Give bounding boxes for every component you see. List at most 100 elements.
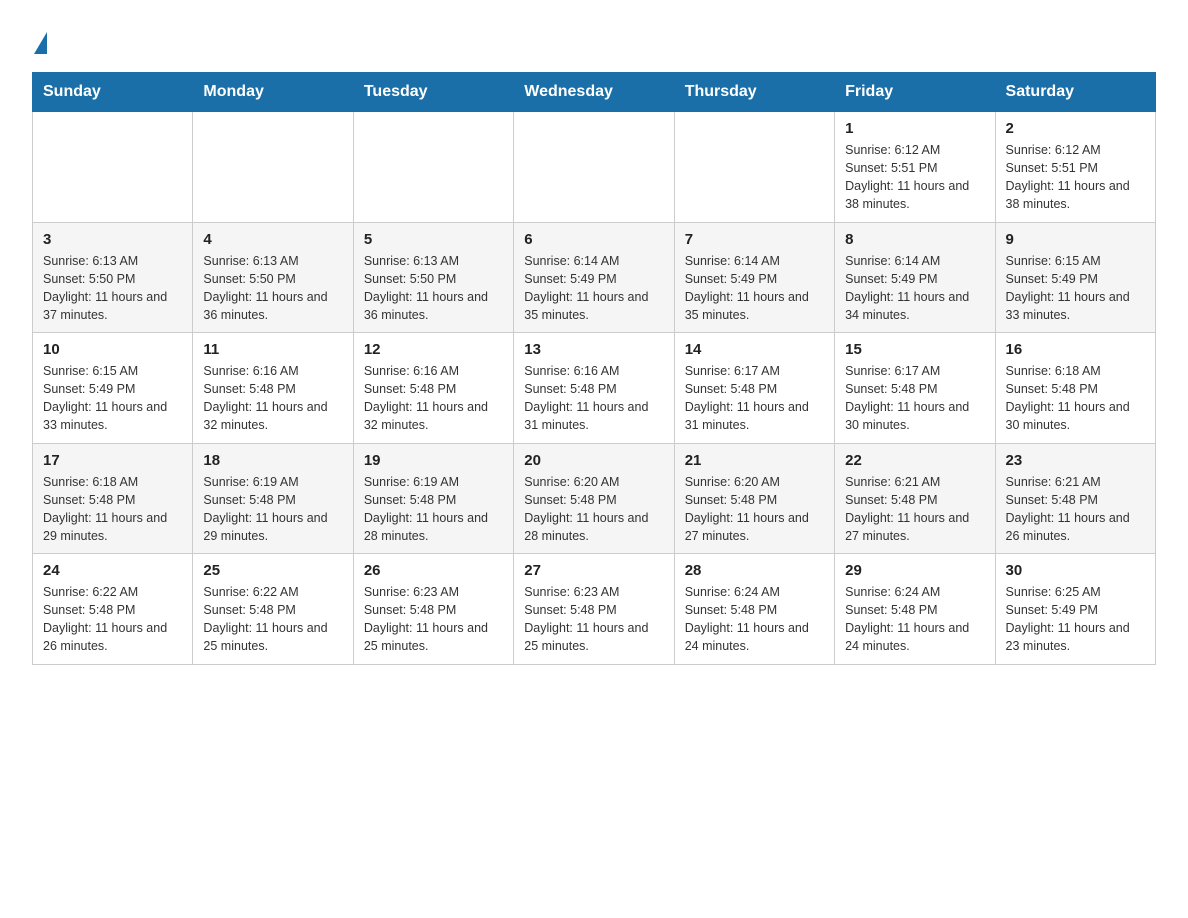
day-info: Sunrise: 6:12 AM Sunset: 5:51 PM Dayligh… bbox=[1006, 141, 1145, 214]
calendar-cell: 11 Sunrise: 6:16 AM Sunset: 5:48 PM Dayli… bbox=[193, 333, 353, 444]
calendar-cell bbox=[33, 112, 193, 223]
calendar-cell: 27 Sunrise: 6:23 AM Sunset: 5:48 PM Dayli… bbox=[514, 554, 674, 665]
day-number: 28 bbox=[685, 562, 824, 579]
calendar-cell bbox=[193, 112, 353, 223]
day-info: Sunrise: 6:24 AM Sunset: 5:48 PM Dayligh… bbox=[685, 583, 824, 656]
calendar-cell: 20 Sunrise: 6:20 AM Sunset: 5:48 PM Dayli… bbox=[514, 443, 674, 554]
calendar-cell: 17Sunrise: 6:18 AM Sunset: 5:48 PM Dayli… bbox=[33, 443, 193, 554]
day-number: 18 bbox=[203, 452, 342, 469]
day-number: 20 bbox=[524, 452, 663, 469]
weekday-header-friday: Friday bbox=[835, 73, 995, 112]
calendar-week-row: 1 Sunrise: 6:12 AM Sunset: 5:51 PM Daylig… bbox=[33, 112, 1156, 223]
day-info: Sunrise: 6:12 AM Sunset: 5:51 PM Dayligh… bbox=[845, 141, 984, 214]
day-number: 8 bbox=[845, 231, 984, 248]
day-number: 19 bbox=[364, 452, 503, 469]
day-info: Sunrise: 6:14 AM Sunset: 5:49 PM Dayligh… bbox=[845, 252, 984, 325]
calendar-cell: 21 Sunrise: 6:20 AM Sunset: 5:48 PM Dayli… bbox=[674, 443, 834, 554]
day-info: Sunrise: 6:23 AM Sunset: 5:48 PM Dayligh… bbox=[524, 583, 663, 656]
day-number: 30 bbox=[1006, 562, 1145, 579]
day-number: 27 bbox=[524, 562, 663, 579]
calendar-cell: 7Sunrise: 6:14 AM Sunset: 5:49 PM Daylig… bbox=[674, 222, 834, 333]
day-number: 23 bbox=[1006, 452, 1145, 469]
day-info: Sunrise: 6:20 AM Sunset: 5:48 PM Dayligh… bbox=[524, 473, 663, 546]
calendar-cell: 24 Sunrise: 6:22 AM Sunset: 5:48 PM Dayli… bbox=[33, 554, 193, 665]
day-info: Sunrise: 6:15 AM Sunset: 5:49 PM Dayligh… bbox=[1006, 252, 1145, 325]
calendar-cell: 25 Sunrise: 6:22 AM Sunset: 5:48 PM Dayli… bbox=[193, 554, 353, 665]
day-number: 1 bbox=[845, 120, 984, 137]
day-info: Sunrise: 6:21 AM Sunset: 5:48 PM Dayligh… bbox=[1006, 473, 1145, 546]
calendar-cell: 9 Sunrise: 6:15 AM Sunset: 5:49 PM Daylig… bbox=[995, 222, 1155, 333]
calendar-cell bbox=[514, 112, 674, 223]
day-number: 10 bbox=[43, 341, 182, 358]
calendar-cell: 18 Sunrise: 6:19 AM Sunset: 5:48 PM Dayli… bbox=[193, 443, 353, 554]
day-number: 4 bbox=[203, 231, 342, 248]
day-info: Sunrise: 6:23 AM Sunset: 5:48 PM Dayligh… bbox=[364, 583, 503, 656]
day-info: Sunrise: 6:17 AM Sunset: 5:48 PM Dayligh… bbox=[685, 362, 824, 435]
day-info: Sunrise: 6:19 AM Sunset: 5:48 PM Dayligh… bbox=[203, 473, 342, 546]
calendar-week-row: 3 Sunrise: 6:13 AM Sunset: 5:50 PM Daylig… bbox=[33, 222, 1156, 333]
day-info: Sunrise: 6:16 AM Sunset: 5:48 PM Dayligh… bbox=[524, 362, 663, 435]
day-number: 16 bbox=[1006, 341, 1145, 358]
day-info: Sunrise: 6:14 AM Sunset: 5:49 PM Dayligh… bbox=[685, 252, 824, 325]
day-number: 14 bbox=[685, 341, 824, 358]
day-number: 24 bbox=[43, 562, 182, 579]
weekday-header-thursday: Thursday bbox=[674, 73, 834, 112]
calendar-cell: 30 Sunrise: 6:25 AM Sunset: 5:49 PM Dayli… bbox=[995, 554, 1155, 665]
day-number: 9 bbox=[1006, 231, 1145, 248]
day-info: Sunrise: 6:22 AM Sunset: 5:48 PM Dayligh… bbox=[43, 583, 182, 656]
day-number: 15 bbox=[845, 341, 984, 358]
day-info: Sunrise: 6:16 AM Sunset: 5:48 PM Dayligh… bbox=[203, 362, 342, 435]
day-info: Sunrise: 6:24 AM Sunset: 5:48 PM Dayligh… bbox=[845, 583, 984, 656]
calendar-cell: 6 Sunrise: 6:14 AM Sunset: 5:49 PM Daylig… bbox=[514, 222, 674, 333]
day-info: Sunrise: 6:25 AM Sunset: 5:49 PM Dayligh… bbox=[1006, 583, 1145, 656]
day-number: 26 bbox=[364, 562, 503, 579]
weekday-header-wednesday: Wednesday bbox=[514, 73, 674, 112]
logo bbox=[32, 32, 47, 54]
day-number: 25 bbox=[203, 562, 342, 579]
calendar-week-row: 10Sunrise: 6:15 AM Sunset: 5:49 PM Dayli… bbox=[33, 333, 1156, 444]
calendar-cell: 22Sunrise: 6:21 AM Sunset: 5:48 PM Dayli… bbox=[835, 443, 995, 554]
day-number: 2 bbox=[1006, 120, 1145, 137]
day-number: 13 bbox=[524, 341, 663, 358]
calendar-cell: 16 Sunrise: 6:18 AM Sunset: 5:48 PM Dayli… bbox=[995, 333, 1155, 444]
day-number: 6 bbox=[524, 231, 663, 248]
day-info: Sunrise: 6:19 AM Sunset: 5:48 PM Dayligh… bbox=[364, 473, 503, 546]
day-number: 21 bbox=[685, 452, 824, 469]
day-number: 12 bbox=[364, 341, 503, 358]
calendar-cell: 13 Sunrise: 6:16 AM Sunset: 5:48 PM Dayli… bbox=[514, 333, 674, 444]
calendar-cell: 14 Sunrise: 6:17 AM Sunset: 5:48 PM Dayli… bbox=[674, 333, 834, 444]
day-number: 3 bbox=[43, 231, 182, 248]
calendar-cell: 23 Sunrise: 6:21 AM Sunset: 5:48 PM Dayli… bbox=[995, 443, 1155, 554]
day-number: 11 bbox=[203, 341, 342, 358]
calendar-week-row: 17Sunrise: 6:18 AM Sunset: 5:48 PM Dayli… bbox=[33, 443, 1156, 554]
calendar-cell bbox=[674, 112, 834, 223]
day-info: Sunrise: 6:20 AM Sunset: 5:48 PM Dayligh… bbox=[685, 473, 824, 546]
calendar-cell: 3 Sunrise: 6:13 AM Sunset: 5:50 PM Daylig… bbox=[33, 222, 193, 333]
day-number: 5 bbox=[364, 231, 503, 248]
calendar-cell: 26 Sunrise: 6:23 AM Sunset: 5:48 PM Dayli… bbox=[353, 554, 513, 665]
calendar-cell bbox=[353, 112, 513, 223]
day-info: Sunrise: 6:16 AM Sunset: 5:48 PM Dayligh… bbox=[364, 362, 503, 435]
weekday-header-saturday: Saturday bbox=[995, 73, 1155, 112]
weekday-header-monday: Monday bbox=[193, 73, 353, 112]
calendar-cell: 12 Sunrise: 6:16 AM Sunset: 5:48 PM Dayli… bbox=[353, 333, 513, 444]
calendar-cell: 28 Sunrise: 6:24 AM Sunset: 5:48 PM Dayli… bbox=[674, 554, 834, 665]
logo-triangle-icon bbox=[34, 32, 47, 54]
day-info: Sunrise: 6:13 AM Sunset: 5:50 PM Dayligh… bbox=[203, 252, 342, 325]
calendar-week-row: 24 Sunrise: 6:22 AM Sunset: 5:48 PM Dayli… bbox=[33, 554, 1156, 665]
calendar-cell: 15 Sunrise: 6:17 AM Sunset: 5:48 PM Dayli… bbox=[835, 333, 995, 444]
day-info: Sunrise: 6:14 AM Sunset: 5:49 PM Dayligh… bbox=[524, 252, 663, 325]
weekday-header-tuesday: Tuesday bbox=[353, 73, 513, 112]
calendar-cell: 4 Sunrise: 6:13 AM Sunset: 5:50 PM Daylig… bbox=[193, 222, 353, 333]
day-number: 29 bbox=[845, 562, 984, 579]
calendar-cell: 1 Sunrise: 6:12 AM Sunset: 5:51 PM Daylig… bbox=[835, 112, 995, 223]
calendar-cell: 5Sunrise: 6:13 AM Sunset: 5:50 PM Daylig… bbox=[353, 222, 513, 333]
day-info: Sunrise: 6:13 AM Sunset: 5:50 PM Dayligh… bbox=[43, 252, 182, 325]
header bbox=[32, 24, 1156, 54]
calendar-cell: 10Sunrise: 6:15 AM Sunset: 5:49 PM Dayli… bbox=[33, 333, 193, 444]
day-info: Sunrise: 6:17 AM Sunset: 5:48 PM Dayligh… bbox=[845, 362, 984, 435]
weekday-header-row: SundayMondayTuesdayWednesdayThursdayFrid… bbox=[33, 73, 1156, 112]
calendar-cell: 2 Sunrise: 6:12 AM Sunset: 5:51 PM Daylig… bbox=[995, 112, 1155, 223]
day-info: Sunrise: 6:18 AM Sunset: 5:48 PM Dayligh… bbox=[1006, 362, 1145, 435]
day-info: Sunrise: 6:22 AM Sunset: 5:48 PM Dayligh… bbox=[203, 583, 342, 656]
